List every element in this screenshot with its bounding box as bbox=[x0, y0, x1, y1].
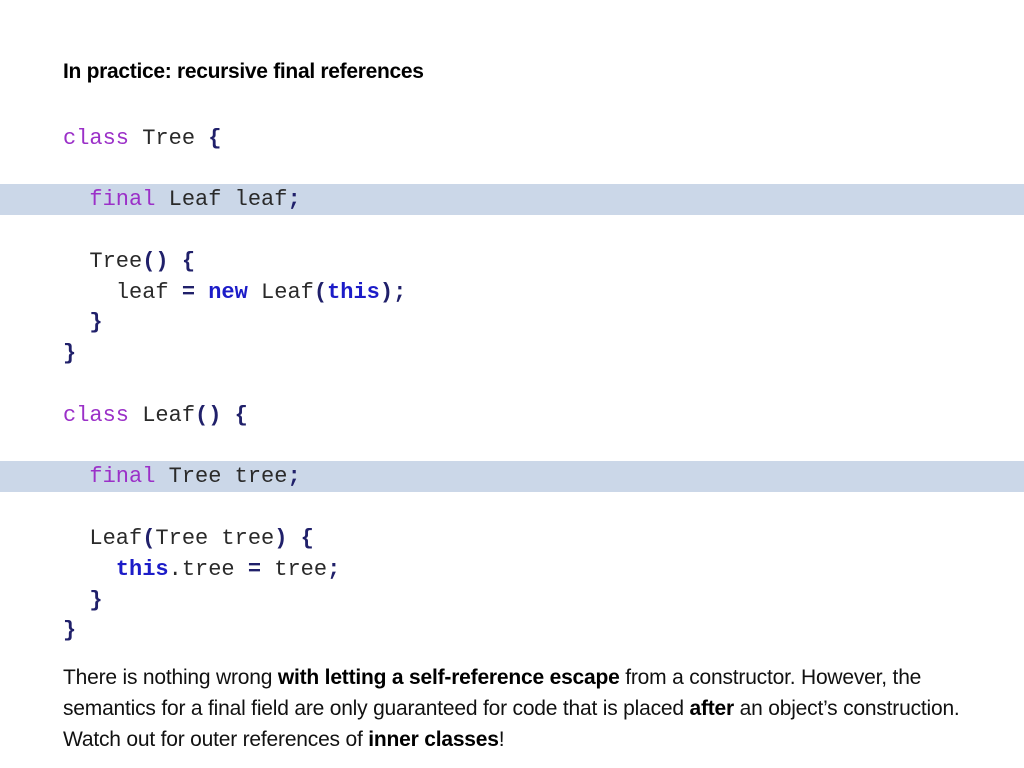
code-brace: } bbox=[63, 618, 77, 643]
code-brace: } bbox=[63, 341, 77, 366]
code-text: .tree bbox=[168, 557, 248, 582]
code-keyword-this: this bbox=[115, 557, 169, 582]
code-line-close-class: } bbox=[63, 338, 76, 369]
code-brace: } bbox=[89, 310, 103, 335]
code-operator: = bbox=[181, 280, 196, 305]
code-parens: () bbox=[195, 403, 222, 428]
code-paren: ( bbox=[142, 526, 156, 551]
code-brace: } bbox=[89, 588, 103, 613]
slide: In practice: recursive final references … bbox=[0, 0, 1024, 768]
code-line-final-leaf: final Leaf leaf; bbox=[63, 184, 301, 215]
text-run: There is nothing wrong bbox=[63, 666, 278, 689]
bold-text-run: with letting a self-reference escape bbox=[277, 666, 620, 689]
code-line-tree-constructor: Tree() { bbox=[63, 246, 195, 277]
code-text: Leaf bbox=[129, 403, 196, 428]
code-brace: { bbox=[300, 526, 314, 551]
code-text: tree bbox=[261, 557, 328, 582]
code-keyword: class bbox=[63, 126, 130, 151]
code-line-tree-assignment: this.tree = tree; bbox=[63, 554, 340, 585]
code-semicolon: ; bbox=[393, 280, 407, 305]
code-semicolon: ; bbox=[327, 557, 341, 582]
code-semicolon: ; bbox=[287, 187, 301, 212]
code-keyword-new: new bbox=[208, 280, 248, 305]
code-paren: ) bbox=[274, 526, 288, 551]
code-parens: () bbox=[142, 249, 169, 274]
code-text: Leaf bbox=[89, 526, 143, 551]
code-line-class-leaf: class Leaf() { bbox=[63, 400, 248, 431]
code-line-final-tree: final Tree tree; bbox=[63, 461, 301, 492]
code-line-leaf-constructor: Leaf(Tree tree) { bbox=[63, 523, 314, 554]
code-text: Tree bbox=[89, 249, 143, 274]
code-brace: { bbox=[208, 126, 222, 151]
code-brace: { bbox=[181, 249, 196, 274]
code-paren: ) bbox=[379, 280, 394, 305]
code-line-close-constructor: } bbox=[63, 307, 103, 338]
bold-text-run: inner classes bbox=[368, 728, 499, 751]
code-text: Leaf bbox=[247, 280, 314, 305]
code-line-close-constructor: } bbox=[63, 585, 103, 616]
explanation-paragraph: There is nothing wrong with letting a se… bbox=[63, 662, 1003, 755]
code-paren: ( bbox=[313, 280, 328, 305]
code-brace: { bbox=[234, 403, 248, 428]
code-keyword: class bbox=[63, 403, 130, 428]
code-keyword-this: this bbox=[327, 280, 380, 305]
code-keyword: final bbox=[89, 187, 156, 212]
code-text: Leaf leaf bbox=[155, 187, 288, 212]
code-text: Tree bbox=[129, 126, 209, 151]
code-semicolon: ; bbox=[287, 464, 301, 489]
code-keyword: final bbox=[89, 464, 156, 489]
code-text: Tree tree bbox=[155, 526, 275, 551]
slide-title: In practice: recursive final references bbox=[63, 60, 424, 83]
code-text: Tree tree bbox=[155, 464, 288, 489]
code-text: leaf bbox=[115, 280, 182, 305]
text-run: ! bbox=[498, 728, 505, 751]
code-line-leaf-assignment: leaf = new Leaf(this); bbox=[63, 277, 406, 308]
code-line-class-tree: class Tree { bbox=[63, 123, 221, 154]
code-operator: = bbox=[247, 557, 262, 582]
code-line-close-class: } bbox=[63, 615, 76, 646]
bold-text-run: after bbox=[689, 697, 735, 720]
